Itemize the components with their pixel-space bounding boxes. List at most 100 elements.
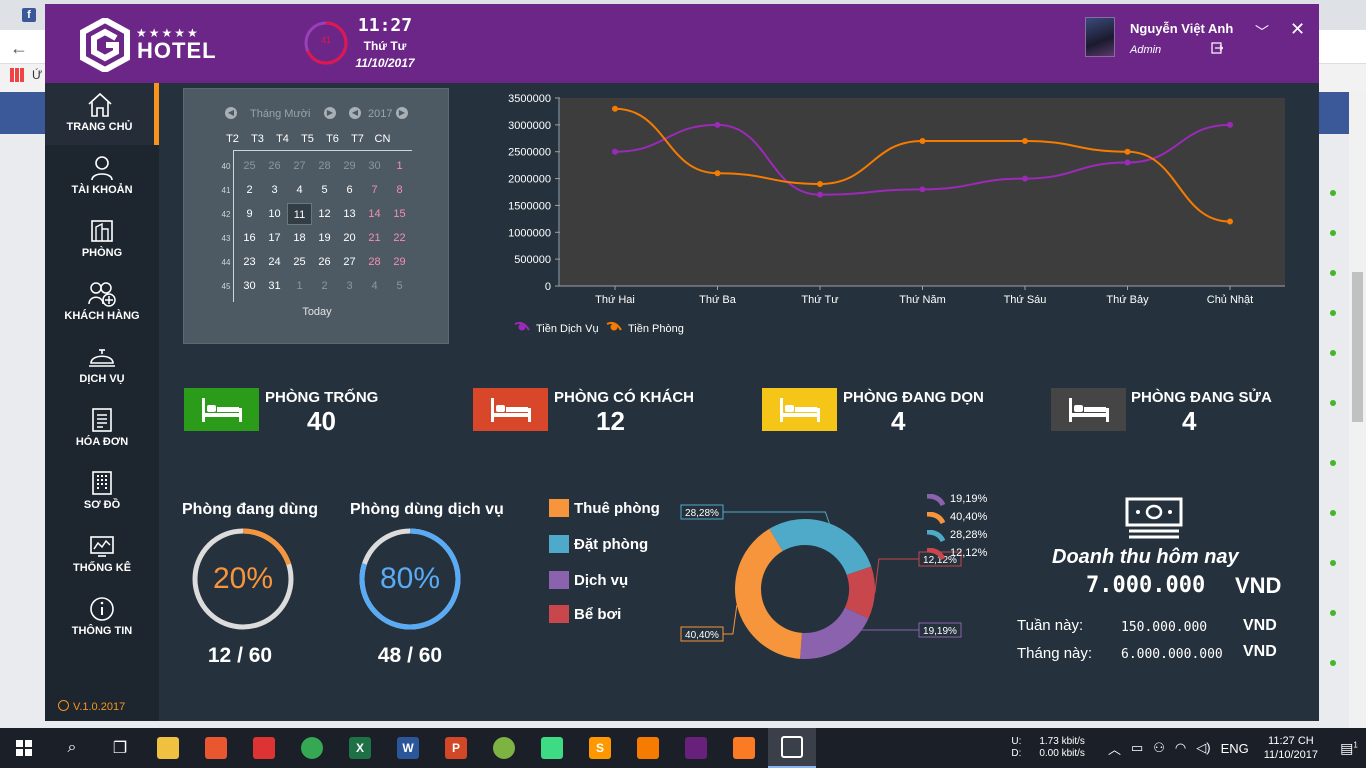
bookmark-label[interactable]: Ứ	[32, 68, 42, 82]
calendar-day[interactable]: 1	[287, 275, 312, 297]
room-card-available[interactable]: PHÒNG TRỐNG 40	[184, 388, 444, 436]
powerpoint-icon[interactable]: P	[432, 728, 480, 768]
calendar-day[interactable]: 5	[312, 179, 337, 201]
next-month-icon[interactable]: ▶	[324, 107, 336, 119]
calendar-day[interactable]: 4	[362, 275, 387, 297]
room-card-repairing[interactable]: PHÒNG ĐANG SỬA 4	[1051, 388, 1311, 436]
calendar-day[interactable]: 6	[337, 179, 362, 201]
facebook-tab-icon[interactable]: f	[22, 8, 36, 22]
calendar-day[interactable]: 9	[237, 203, 262, 225]
calendar-day[interactable]: 10	[262, 203, 287, 225]
volume-icon[interactable]: ◁)	[1196, 740, 1210, 756]
chevron-up-icon[interactable]: ︿	[1108, 739, 1121, 758]
calendar-day[interactable]: 31	[262, 275, 287, 297]
sidebar-item-statistics[interactable]: THỐNG KÊ	[45, 524, 159, 586]
wifi-icon[interactable]: ◠	[1175, 740, 1186, 756]
calendar-day[interactable]: 28	[362, 251, 387, 273]
word-icon[interactable]: W	[384, 728, 432, 768]
calendar-day[interactable]: 23	[237, 251, 262, 273]
calendar-day[interactable]: 21	[362, 227, 387, 249]
sidebar-item-rooms[interactable]: PHÒNG	[45, 209, 159, 271]
calendar-day[interactable]: 17	[262, 227, 287, 249]
scrollbar-thumb[interactable]	[1352, 272, 1363, 422]
app-tool-icon[interactable]	[192, 728, 240, 768]
calendar-day[interactable]: 24	[262, 251, 287, 273]
app-media-icon[interactable]	[240, 728, 288, 768]
prev-year-icon[interactable]: ◀	[349, 107, 361, 119]
sidebar-item-home[interactable]: TRANG CHỦ	[45, 83, 159, 145]
calendar-day[interactable]: 15	[387, 203, 412, 225]
sidebar-item-map[interactable]: SƠ ĐỒ	[45, 461, 159, 523]
calendar-day[interactable]: 27	[337, 251, 362, 273]
calendar-day[interactable]: 30	[237, 275, 262, 297]
calendar-day[interactable]: 29	[387, 251, 412, 273]
calendar-day[interactable]: 8	[387, 179, 412, 201]
chevron-down-icon[interactable]: ﹀	[1255, 22, 1269, 42]
taskbar-clock[interactable]: 11:27 CH 11/10/2017	[1264, 734, 1318, 762]
visual-studio-icon[interactable]	[672, 728, 720, 768]
browser-scrollbar[interactable]	[1349, 92, 1366, 728]
calendar-day[interactable]: 29	[337, 155, 362, 177]
excel-icon[interactable]: X	[336, 728, 384, 768]
logout-icon[interactable]	[1211, 42, 1223, 54]
app-chameleon-icon[interactable]	[480, 728, 528, 768]
calendar-day[interactable]: 26	[262, 155, 287, 177]
calendar-day[interactable]: 2	[312, 275, 337, 297]
language-indicator[interactable]: ENG	[1221, 741, 1249, 756]
calendar-day[interactable]: 1	[387, 155, 412, 177]
notification-icon[interactable]: ▤1	[1332, 740, 1366, 757]
calendar-day[interactable]: 11	[287, 203, 312, 225]
android-icon[interactable]	[528, 728, 576, 768]
sublime-icon[interactable]: S	[576, 728, 624, 768]
calendar-day[interactable]: 2	[237, 179, 262, 201]
calendar-day[interactable]: 13	[337, 203, 362, 225]
foxit-pdf-icon[interactable]	[624, 728, 672, 768]
calendar-day[interactable]: 26	[312, 251, 337, 273]
search-icon[interactable]: ⌕	[48, 728, 96, 768]
calendar-day[interactable]: 16	[237, 227, 262, 249]
calendar-day[interactable]: 19	[312, 227, 337, 249]
net-speed-labels: U: D:	[1011, 736, 1022, 759]
calendar-day[interactable]: 25	[287, 251, 312, 273]
sidebar-item-customers[interactable]: KHÁCH HÀNG	[45, 272, 159, 334]
xampp-icon[interactable]	[720, 728, 768, 768]
sidebar-item-info[interactable]: THÔNG TIN	[45, 587, 159, 649]
gauge-ratio: 48 / 60	[377, 644, 443, 667]
avatar[interactable]	[1085, 17, 1115, 57]
file-explorer-icon[interactable]	[144, 728, 192, 768]
battery-icon[interactable]: ▭	[1131, 740, 1143, 756]
close-icon[interactable]: ✕	[1290, 19, 1305, 40]
task-view-icon[interactable]: ❐	[96, 728, 144, 768]
calendar-day[interactable]: 25	[237, 155, 262, 177]
people-icon[interactable]: ⚇	[1153, 740, 1165, 756]
hotel-app-taskbar-icon[interactable]	[768, 728, 816, 768]
calendar-day[interactable]: 18	[287, 227, 312, 249]
calendar-day[interactable]: 27	[287, 155, 312, 177]
sidebar-item-invoices[interactable]: HÓA ĐƠN	[45, 398, 159, 460]
calendar-day[interactable]: 4	[287, 179, 312, 201]
back-arrow-icon[interactable]: ←	[10, 38, 28, 59]
room-card-occupied[interactable]: PHÒNG CÓ KHÁCH 12	[473, 388, 733, 436]
calendar-day[interactable]: 3	[337, 275, 362, 297]
calendar-day[interactable]: 20	[337, 227, 362, 249]
calendar-day[interactable]: 14	[362, 203, 387, 225]
info-icon	[90, 597, 114, 621]
start-button[interactable]	[0, 728, 48, 768]
calendar-day[interactable]: 22	[387, 227, 412, 249]
calendar-day[interactable]: 5	[387, 275, 412, 297]
room-card-cleaning[interactable]: PHÒNG ĐANG DỌN 4	[762, 388, 1022, 436]
chrome-icon[interactable]	[288, 728, 336, 768]
prev-month-icon[interactable]: ◀	[225, 107, 237, 119]
month-revenue-amount: 6.000.000.000	[1121, 647, 1223, 662]
calendar-day[interactable]: 3	[262, 179, 287, 201]
apps-grid-icon[interactable]	[10, 68, 24, 82]
sidebar-item-account[interactable]: TÀI KHOẢN	[45, 146, 159, 208]
calendar-day[interactable]: 28	[312, 155, 337, 177]
calendar-day-header: T7	[351, 133, 364, 145]
calendar-day[interactable]: 30	[362, 155, 387, 177]
next-year-icon[interactable]: ▶	[396, 107, 408, 119]
calendar-day[interactable]: 7	[362, 179, 387, 201]
today-button[interactable]: Today	[184, 306, 450, 318]
sidebar-item-services[interactable]: DỊCH VỤ	[45, 335, 159, 397]
calendar-day[interactable]: 12	[312, 203, 337, 225]
